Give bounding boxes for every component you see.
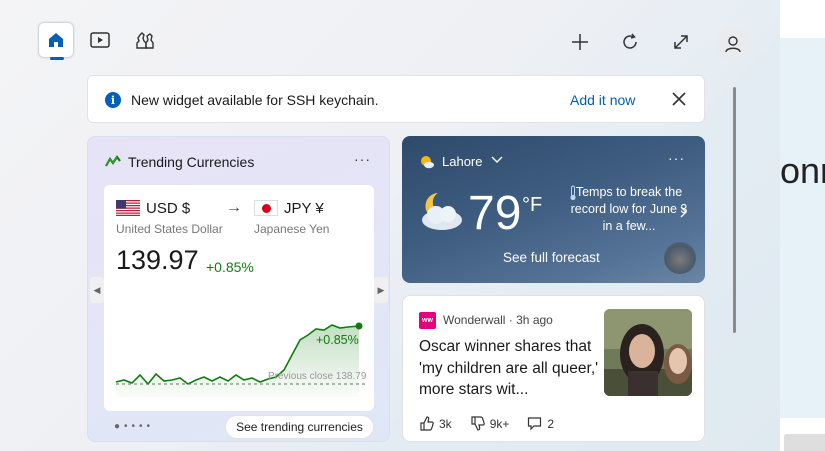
profile-button[interactable]: [716, 27, 750, 61]
plus-icon: [572, 34, 588, 50]
home-icon: [49, 33, 63, 47]
like-button[interactable]: 3k: [419, 416, 452, 431]
chevron-down-icon[interactable]: [490, 153, 504, 167]
notification-message: New widget available for SSH keychain.: [131, 92, 379, 108]
person-icon: [725, 36, 741, 53]
moon-cloud-icon: [422, 193, 462, 230]
background-text: onr: [780, 150, 825, 191]
add-widget-button[interactable]: [562, 24, 598, 60]
expand-button[interactable]: [663, 24, 699, 60]
close-icon[interactable]: [670, 90, 688, 108]
arrow-right-icon: →: [226, 199, 242, 216]
comment-icon: [528, 417, 542, 431]
currency-widget[interactable]: Trending Currencies ··· ◀ ▶ USD $ United…: [87, 136, 390, 442]
from-currency-code: USD $: [146, 200, 191, 217]
background-window: onr: [780, 0, 825, 451]
news-widget[interactable]: ww Wonderwall · 3h ago Oscar winner shar…: [402, 295, 705, 442]
video-tab[interactable]: [82, 22, 118, 58]
comment-button[interactable]: 2: [527, 416, 554, 431]
dislike-button[interactable]: 9k+: [470, 416, 510, 431]
add-it-now-link[interactable]: Add it now: [570, 92, 635, 108]
source-logo: ww: [419, 312, 436, 329]
refresh-icon: [623, 33, 637, 49]
rate-change: +0.85%: [206, 259, 254, 275]
more-options-button[interactable]: ···: [354, 151, 371, 167]
see-full-forecast-link[interactable]: See full forecast: [503, 250, 600, 265]
chess-icon: [136, 32, 154, 49]
scrollbar[interactable]: [733, 87, 736, 333]
previous-arrow[interactable]: ◀: [90, 277, 104, 303]
comment-count: 2: [547, 416, 555, 431]
play-icon: [90, 32, 110, 48]
info-icon: i: [105, 92, 121, 108]
background-element: [784, 434, 825, 451]
jp-flag-icon: [254, 200, 278, 216]
games-tab[interactable]: [126, 22, 162, 58]
expand-icon: [674, 35, 688, 49]
card-title: Trending Currencies: [128, 154, 255, 170]
to-currency-code: JPY ¥: [284, 200, 324, 217]
news-source: Wonderwall · 3h ago: [443, 313, 553, 327]
moon-icon: [664, 242, 696, 274]
background-banner: [780, 38, 825, 418]
thumbs-down-icon: [471, 416, 485, 431]
weather-more-button[interactable]: ···: [668, 150, 685, 166]
notification-bar: i New widget available for SSH keychain.…: [87, 75, 705, 123]
home-tab[interactable]: [38, 22, 74, 60]
news-headline[interactable]: Oscar winner shares that 'my children ar…: [419, 336, 599, 401]
rate-chart: +0.85% Previous close 138.79: [115, 322, 367, 397]
see-trending-button[interactable]: See trending currencies: [225, 415, 374, 439]
thumbs-up-icon: [420, 416, 434, 431]
currency-panel: USD $ United States Dollar → JPY ¥ Japan…: [104, 185, 374, 411]
us-flag-icon: [116, 200, 140, 216]
chevron-right-icon[interactable]: [679, 206, 687, 218]
exchange-rate: 139.97: [116, 245, 199, 275]
dislike-count: 9k+: [489, 416, 510, 431]
like-count: 3k: [439, 416, 452, 431]
weather-headline[interactable]: Temps to break the record low for June 3…: [570, 184, 688, 235]
temperature: 79: [468, 187, 522, 240]
news-thumbnail[interactable]: [604, 309, 692, 396]
partly-sunny-icon: [421, 156, 434, 169]
chart-change-label: +0.85%: [316, 333, 359, 347]
from-currency-name: United States Dollar: [116, 222, 223, 236]
location-name[interactable]: Lahore: [442, 154, 482, 169]
carousel-dots[interactable]: ●••••: [114, 421, 154, 432]
weather-widget[interactable]: Lahore ··· 79 °F Temps to break the reco…: [402, 136, 705, 283]
to-currency-name: Japanese Yen: [254, 222, 330, 236]
previous-close-label: Previous close 138.79: [268, 371, 367, 382]
next-arrow[interactable]: ▶: [374, 277, 388, 303]
reaction-bar: 3k 9k+ 2: [419, 416, 554, 431]
trending-icon: [105, 155, 121, 167]
temperature-unit: °F: [522, 194, 543, 216]
refresh-button[interactable]: [612, 24, 648, 60]
